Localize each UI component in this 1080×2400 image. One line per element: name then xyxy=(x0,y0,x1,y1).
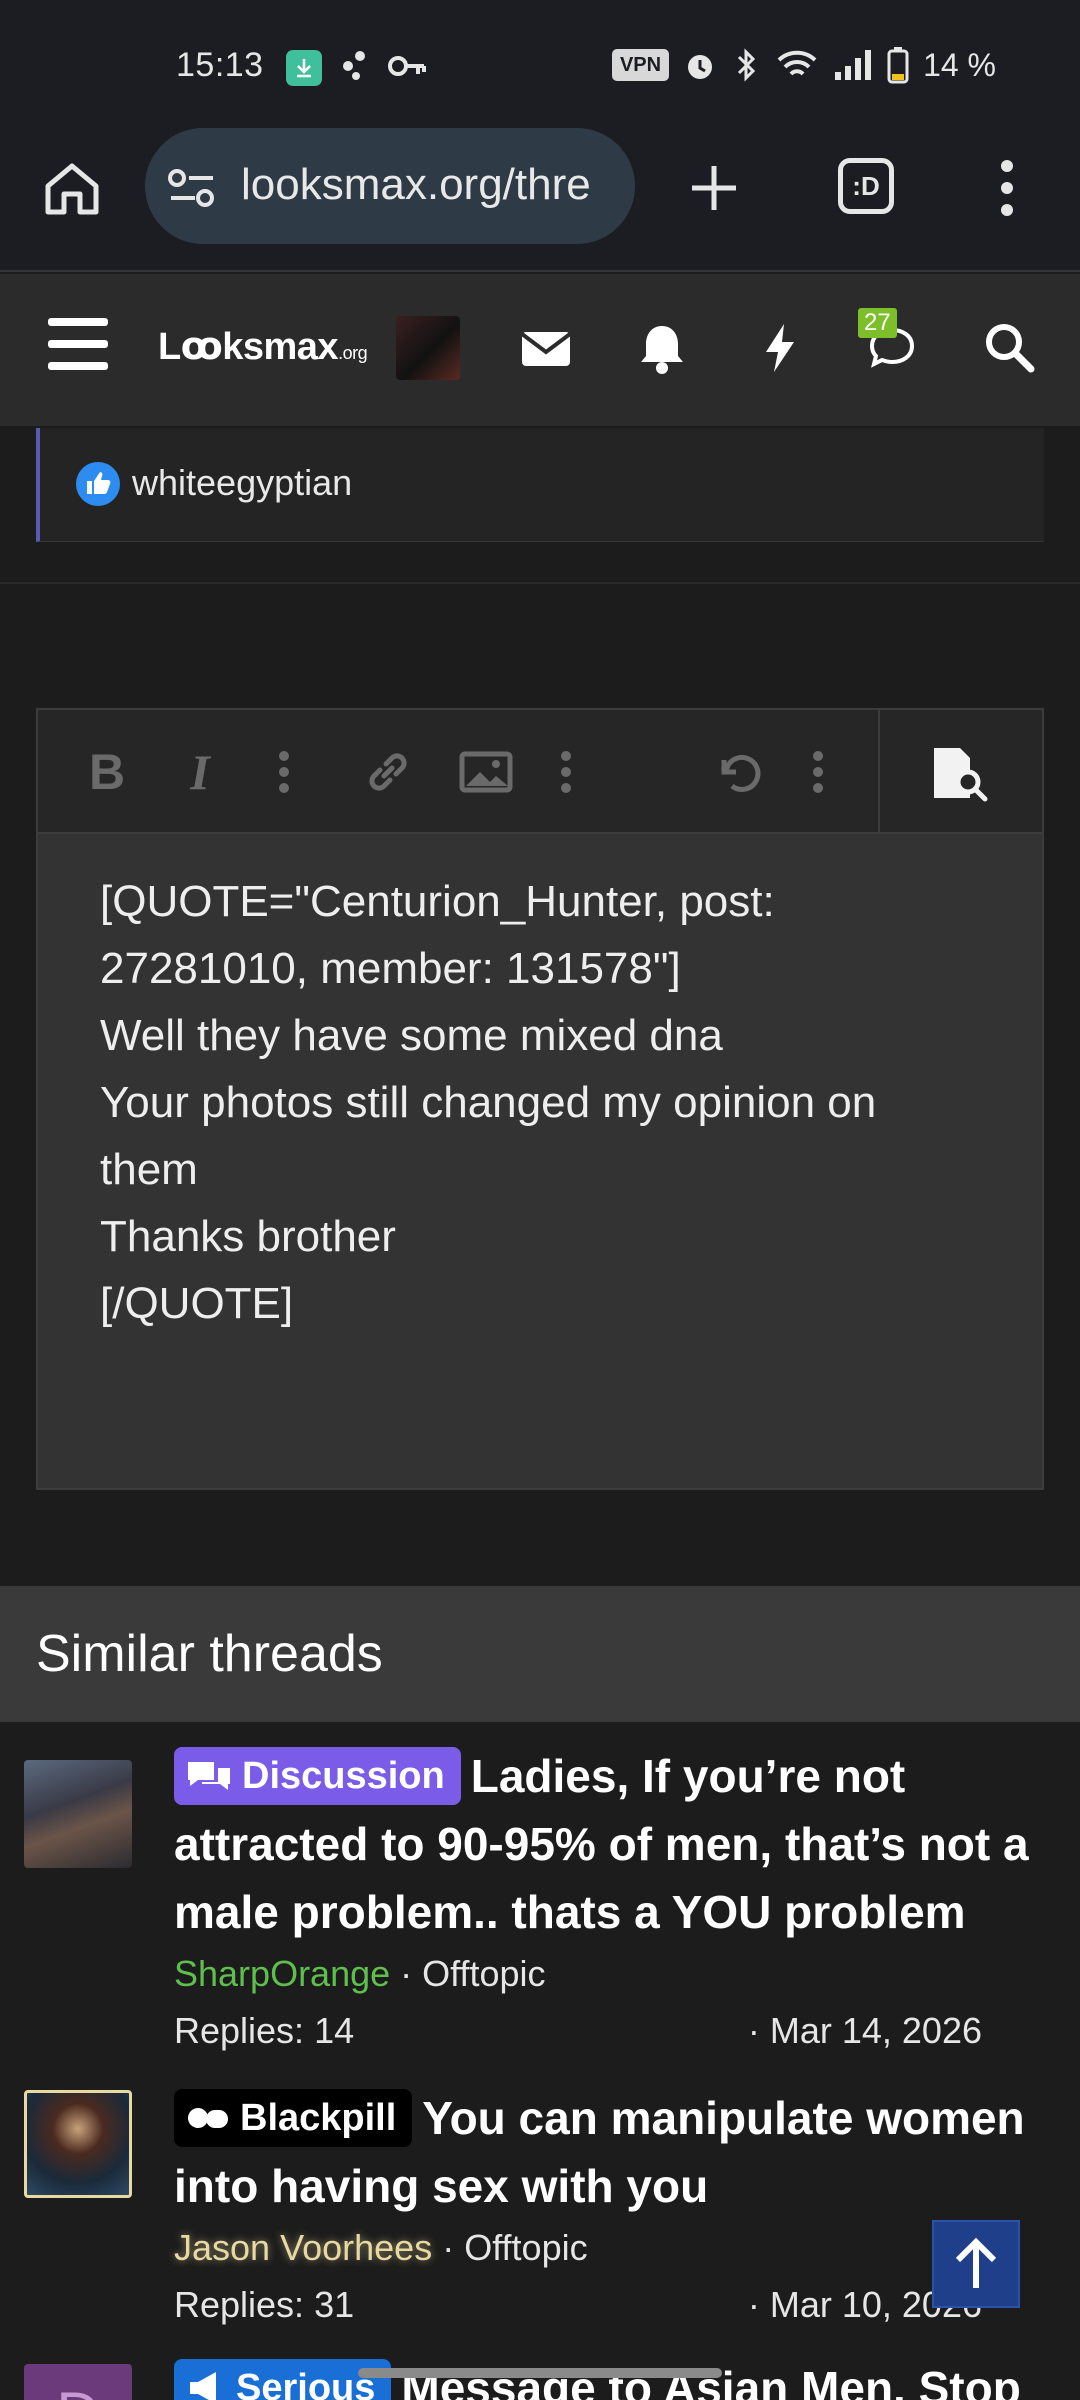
more-text-options-icon[interactable] xyxy=(274,744,294,800)
image-icon[interactable] xyxy=(458,744,514,800)
chat-badge: 27 xyxy=(858,308,897,338)
user-avatar[interactable] xyxy=(396,316,460,380)
arrow-up-icon xyxy=(955,2237,997,2288)
more-options-icon[interactable] xyxy=(808,744,828,800)
new-tab-icon[interactable] xyxy=(686,160,742,216)
more-insert-options-icon[interactable] xyxy=(556,744,576,800)
similar-threads-header: Similar threads xyxy=(0,1586,1080,1722)
reaction-summary: whiteegyptian xyxy=(36,428,1044,542)
site-navbar: Lꝏksmax.org 27 xyxy=(0,274,1080,426)
thread-author-link[interactable]: Jason Voorhees xyxy=(174,2227,432,2268)
editor-toolbar: B I xyxy=(38,710,1042,834)
similar-threads-title: Similar threads xyxy=(36,1625,383,1683)
scroll-to-top-button[interactable] xyxy=(932,2220,1020,2308)
status-time: 15:13 xyxy=(176,46,264,84)
browser-menu-icon[interactable] xyxy=(992,156,1022,220)
link-icon[interactable] xyxy=(360,744,416,800)
undo-icon[interactable] xyxy=(710,744,766,800)
gesture-bar xyxy=(358,2368,722,2378)
lightning-icon[interactable] xyxy=(752,320,808,376)
megaphone-icon xyxy=(190,2372,216,2400)
editor-textarea[interactable]: [QUOTE="Centurion_Hunter, post: 27281010… xyxy=(100,868,980,1337)
menu-icon[interactable] xyxy=(48,318,108,372)
battery-percent: 14 % xyxy=(923,46,996,83)
status-bar: 15:13 VPN 14 % xyxy=(0,0,1080,120)
thread-title[interactable]: Discussion Ladies, If you’re not attract… xyxy=(174,1742,1044,1946)
url-text[interactable]: looksmax.org/thre xyxy=(241,160,591,210)
address-bar[interactable]: looksmax.org/thre xyxy=(145,128,635,244)
like-icon xyxy=(76,462,120,506)
tab-switcher-button[interactable]: :D xyxy=(838,158,894,214)
reply-editor: B I [QUOTE="Centurion_Hunter, post: 2728… xyxy=(36,708,1044,1490)
divider xyxy=(0,582,1080,584)
thread-stats: Replies: 14 · Mar 14, 2026 xyxy=(174,2010,982,2051)
browser-toolbar: looksmax.org/thre :D xyxy=(0,120,1080,272)
thread-author-avatar[interactable] xyxy=(24,1760,132,1868)
similar-threads-list: Discussion Ladies, If you’re not attract… xyxy=(0,1722,1080,2400)
chat-bubbles-icon xyxy=(188,1762,230,1790)
site-settings-icon[interactable] xyxy=(167,168,217,208)
bold-button[interactable]: B xyxy=(82,744,132,800)
battery-icon xyxy=(887,47,909,84)
thread-replies: Replies: 31 xyxy=(174,2284,355,2325)
thread-meta: Jason Voorhees · Offtopic xyxy=(174,2227,588,2268)
mail-icon[interactable] xyxy=(518,320,574,376)
search-icon[interactable] xyxy=(982,320,1038,376)
alarm-icon xyxy=(688,55,713,79)
notification-icons xyxy=(338,46,428,91)
signal-icon xyxy=(835,50,872,80)
home-icon[interactable] xyxy=(40,156,104,220)
reaction-user-link[interactable]: whiteegyptian xyxy=(132,462,352,504)
download-icon xyxy=(286,50,322,86)
bell-icon[interactable] xyxy=(634,320,690,376)
thread-author-avatar[interactable]: D xyxy=(24,2364,132,2400)
wifi-icon xyxy=(777,50,817,76)
bluetooth-icon xyxy=(738,48,756,82)
thread-author-avatar[interactable] xyxy=(24,2090,132,2198)
thread-stats: Replies: 31 · Mar 10, 2026 xyxy=(174,2284,982,2325)
prefix-serious: Serious xyxy=(174,2359,392,2400)
thread-author-link[interactable]: SharpOrange xyxy=(174,1953,390,1994)
thread-forum-link[interactable]: Offtopic xyxy=(422,1953,545,1994)
pill-icon xyxy=(188,2108,228,2128)
site-logo[interactable]: Lꝏksmax.org xyxy=(158,324,368,369)
thread-date: Mar 14, 2026 xyxy=(769,2010,982,2051)
thread-meta: SharpOrange · Offtopic xyxy=(174,1953,546,1994)
prefix-blackpill: Blackpill xyxy=(174,2089,413,2147)
thread-forum-link[interactable]: Offtopic xyxy=(464,2227,587,2268)
vpn-badge: VPN xyxy=(611,49,670,81)
thread-replies: Replies: 14 xyxy=(174,2010,355,2051)
preview-toggle[interactable] xyxy=(878,710,1042,834)
status-right: VPN 14 % xyxy=(611,46,996,84)
italic-button[interactable]: I xyxy=(180,744,220,800)
prefix-discussion: Discussion xyxy=(174,1747,461,1805)
thread-title[interactable]: Blackpill You can manipulate women into … xyxy=(174,2084,1044,2220)
preview-icon xyxy=(934,748,988,802)
